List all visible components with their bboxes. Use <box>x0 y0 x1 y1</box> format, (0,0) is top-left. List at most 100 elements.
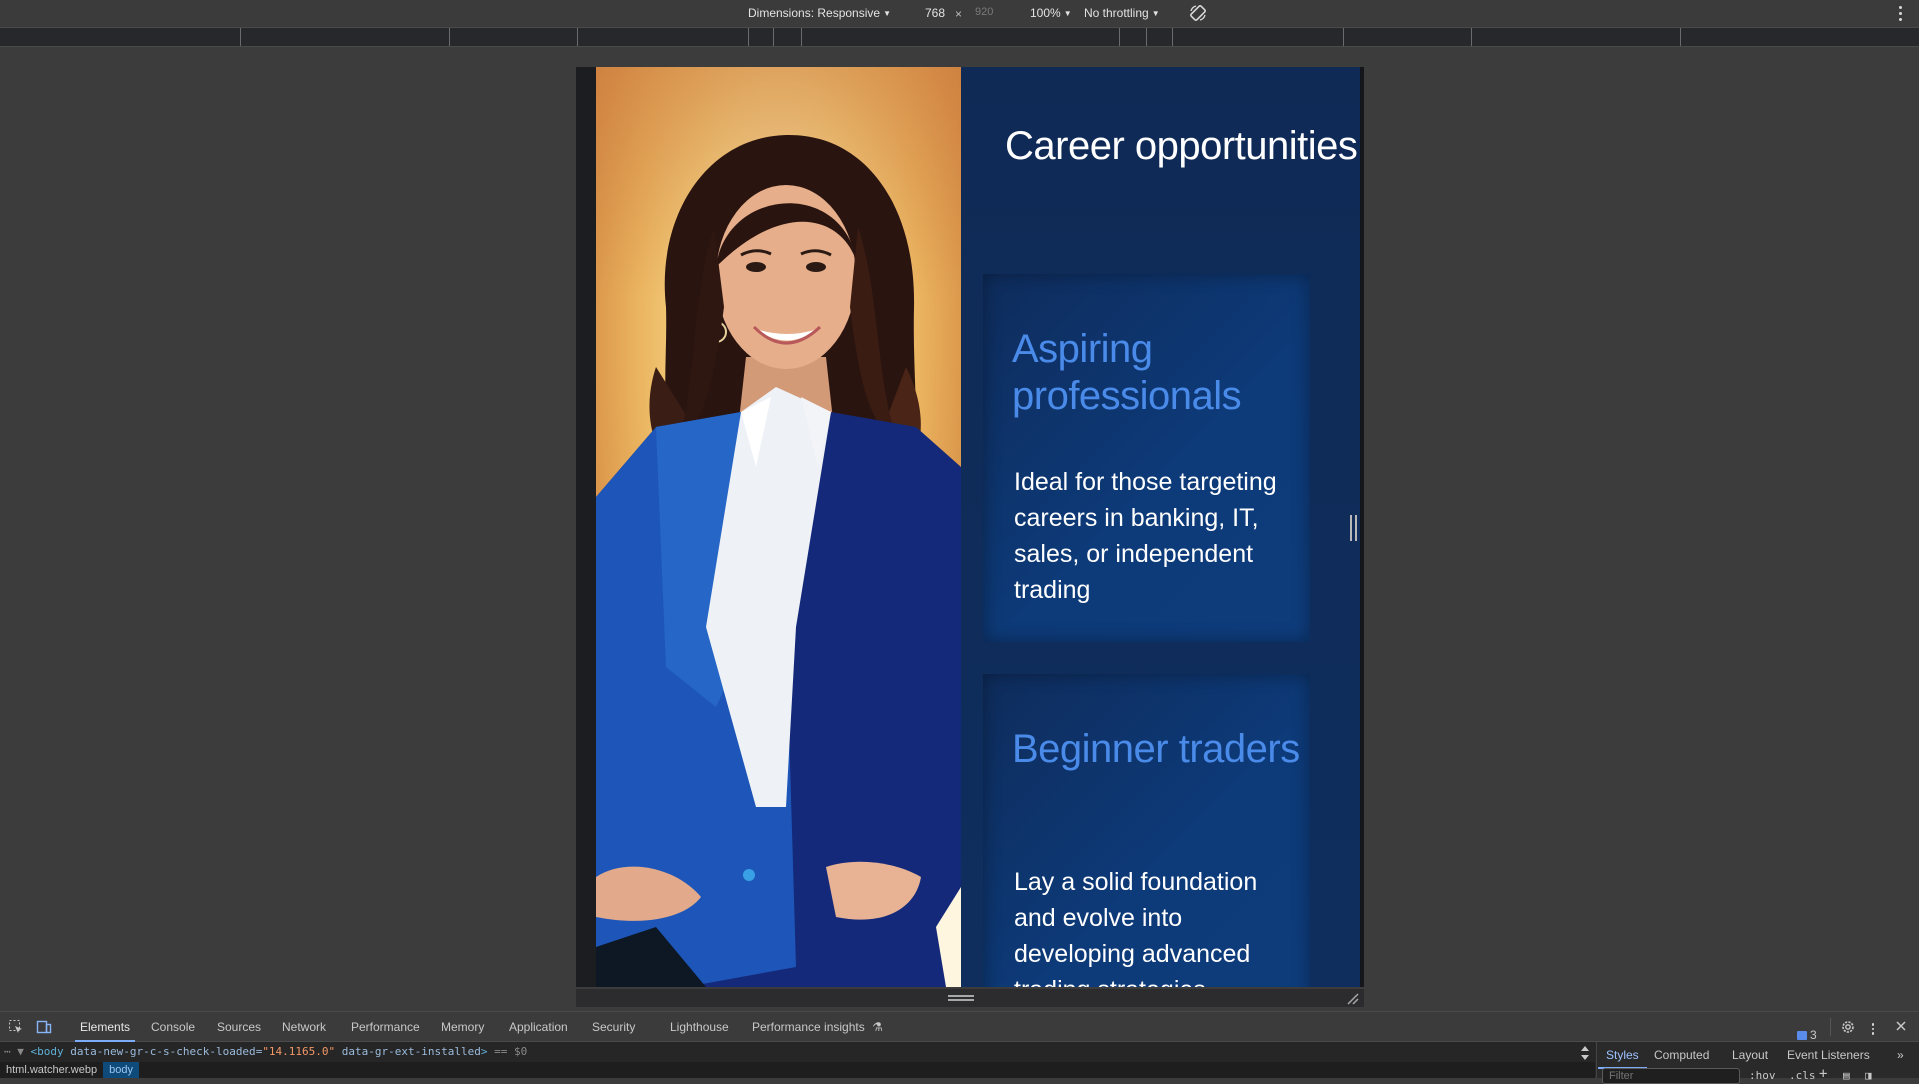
emulated-page: Career opportunities Aspiring profession… <box>596 67 1364 987</box>
media-query-marker[interactable] <box>1343 28 1344 46</box>
breadcrumb: html.watcher.webp body <box>0 1062 1595 1078</box>
rotate-icon <box>1190 5 1206 21</box>
tab-elements[interactable]: Elements <box>74 1012 136 1042</box>
card-body: Lay a solid foundation and evolve into d… <box>1014 868 1258 987</box>
more-vertical-icon <box>1871 1023 1875 1026</box>
media-query-marker[interactable] <box>773 28 774 46</box>
media-query-marker[interactable] <box>1146 28 1147 46</box>
dom-prefix: ⋯ ▼ <box>4 1045 24 1058</box>
audience-card: Beginner traders Lay a solid foundation … <box>983 674 1310 987</box>
dom-tree-selected-node[interactable]: ⋯ ▼ <body data-new-gr-c-s-check-loaded="… <box>0 1042 1595 1062</box>
dom-tag-open: <body <box>30 1045 64 1058</box>
tab-lighthouse[interactable]: Lighthouse <box>670 1012 729 1042</box>
close-icon <box>1896 1021 1906 1031</box>
tab-network[interactable]: Network <box>282 1012 326 1042</box>
selected-node-marker: == $0 <box>494 1045 528 1058</box>
device-frame: Career opportunities Aspiring profession… <box>576 67 1364 987</box>
media-query-ruler[interactable] <box>0 27 1919 47</box>
media-query-marker[interactable] <box>240 28 241 46</box>
content-panel: Career opportunities Aspiring profession… <box>961 67 1364 987</box>
media-query-marker[interactable] <box>1172 28 1173 46</box>
issues-count: 3 <box>1810 1028 1817 1042</box>
hero-photo <box>596 67 961 987</box>
scroll-updown-icon[interactable] <box>1580 1045 1590 1061</box>
dom-attr-name: data-gr-ext-installed <box>341 1045 481 1058</box>
media-query-marker[interactable] <box>449 28 450 46</box>
zoom-dropdown[interactable]: 100% ▼ <box>1030 6 1072 20</box>
breadcrumb-item[interactable]: html.watcher.webp <box>0 1062 103 1078</box>
device-toolbar: Dimensions: Responsive ▼ 768 × 920 100% ▼ … <box>0 0 1919 27</box>
media-query-marker[interactable] <box>801 28 802 46</box>
right-resize-handle[interactable] <box>1350 515 1360 545</box>
throttling-label: No throttling <box>1084 6 1149 20</box>
media-query-marker[interactable] <box>1471 28 1472 46</box>
tab-application[interactable]: Application <box>509 1012 568 1042</box>
corner-resize-icon <box>1347 993 1359 1005</box>
height-input[interactable]: 920 <box>975 6 1005 18</box>
media-query-marker[interactable] <box>577 28 578 46</box>
devtools-menu-button[interactable] <box>1868 1021 1878 1037</box>
dimensions-label: Dimensions: Responsive <box>748 6 881 20</box>
tab-performance[interactable]: Performance <box>351 1012 420 1042</box>
devtools-panel: Elements Console Sources Network Perform… <box>0 1011 1919 1084</box>
card-heading: Beginner traders <box>1012 727 1300 771</box>
resize-grip-icon <box>1350 515 1352 541</box>
caret-down-icon: ▼ <box>1151 9 1160 18</box>
caret-down-icon: ▼ <box>883 9 891 18</box>
bottom-resize-handle[interactable] <box>948 995 974 1001</box>
more-tabs-chevron-icon[interactable]: » <box>1897 1044 1904 1066</box>
tab-computed[interactable]: Computed <box>1654 1044 1709 1066</box>
media-query-marker[interactable] <box>1119 28 1120 46</box>
more-vertical-icon <box>1898 6 1902 9</box>
rotate-button[interactable] <box>1188 3 1208 23</box>
gear-icon <box>1842 1021 1854 1033</box>
issues-icon <box>1797 1030 1807 1040</box>
computed-styles-icon[interactable]: ▤ <box>1843 1069 1850 1082</box>
card-body: Ideal for those targeting careers in ban… <box>1014 468 1277 604</box>
inspect-element-button[interactable] <box>8 1019 24 1035</box>
media-query-marker[interactable] <box>1680 28 1681 46</box>
tab-memory[interactable]: Memory <box>441 1012 484 1042</box>
page-title: Career opportunities <box>1005 124 1358 168</box>
device-viewport-area: Career opportunities Aspiring profession… <box>0 47 1919 1011</box>
devtools-tab-bar: Elements Console Sources Network Perform… <box>0 1012 1919 1042</box>
toggle-sidebar-icon[interactable]: ◨ <box>1865 1069 1872 1082</box>
tab-security[interactable]: Security <box>592 1012 635 1042</box>
device-mode-icon <box>36 1020 52 1034</box>
caret-down-icon: ▼ <box>1063 9 1072 18</box>
toolbar-divider <box>1830 1018 1831 1036</box>
tab-label: Performance insights <box>752 1020 865 1034</box>
dom-attr-name: data-new-gr-c-s-check-loaded <box>70 1045 256 1058</box>
settings-button[interactable] <box>1840 1019 1856 1035</box>
card-heading: Aspiring professionals <box>1012 327 1242 418</box>
add-rule-button[interactable]: + <box>1819 1066 1827 1082</box>
tab-styles[interactable]: Styles <box>1598 1044 1647 1069</box>
tab-sources[interactable]: Sources <box>217 1012 261 1042</box>
throttling-dropdown[interactable]: No throttling ▼ <box>1084 6 1160 20</box>
close-devtools-button[interactable] <box>1894 1019 1910 1035</box>
more-options-button[interactable] <box>1892 4 1908 22</box>
businesswoman-illustration <box>596 134 961 987</box>
device-toolbar-toggle[interactable] <box>36 1019 52 1035</box>
bottom-resize-bar <box>576 989 1364 1007</box>
dom-tag-close: > <box>480 1045 488 1058</box>
experiment-flask-icon: ⚗ <box>872 1020 883 1034</box>
tab-layout[interactable]: Layout <box>1732 1044 1768 1066</box>
breadcrumb-item-active[interactable]: body <box>103 1062 139 1078</box>
corner-resize-handle[interactable] <box>1346 992 1360 1006</box>
resize-grip-icon <box>948 995 974 997</box>
dom-attr-value: "14.1165.0" <box>262 1045 336 1058</box>
class-toggle[interactable]: .cls <box>1789 1069 1816 1082</box>
styles-filter-input[interactable] <box>1602 1068 1740 1084</box>
inspect-cursor-icon <box>9 1020 22 1033</box>
styles-sidebar: Styles Computed Layout Event Listeners »… <box>1596 1042 1919 1084</box>
tab-console[interactable]: Console <box>151 1012 195 1042</box>
audience-card: Aspiring professionals Ideal for those t… <box>983 274 1310 642</box>
zoom-label: 100% <box>1030 6 1061 20</box>
dimensions-dropdown[interactable]: Dimensions: Responsive ▼ <box>748 6 891 20</box>
hover-state-toggle[interactable]: :hov <box>1749 1069 1776 1082</box>
times-symbol: × <box>955 7 963 21</box>
tab-performance-insights[interactable]: Performance insights ⚗ <box>752 1012 883 1042</box>
tab-event-listeners[interactable]: Event Listeners <box>1787 1044 1870 1066</box>
media-query-marker[interactable] <box>748 28 749 46</box>
